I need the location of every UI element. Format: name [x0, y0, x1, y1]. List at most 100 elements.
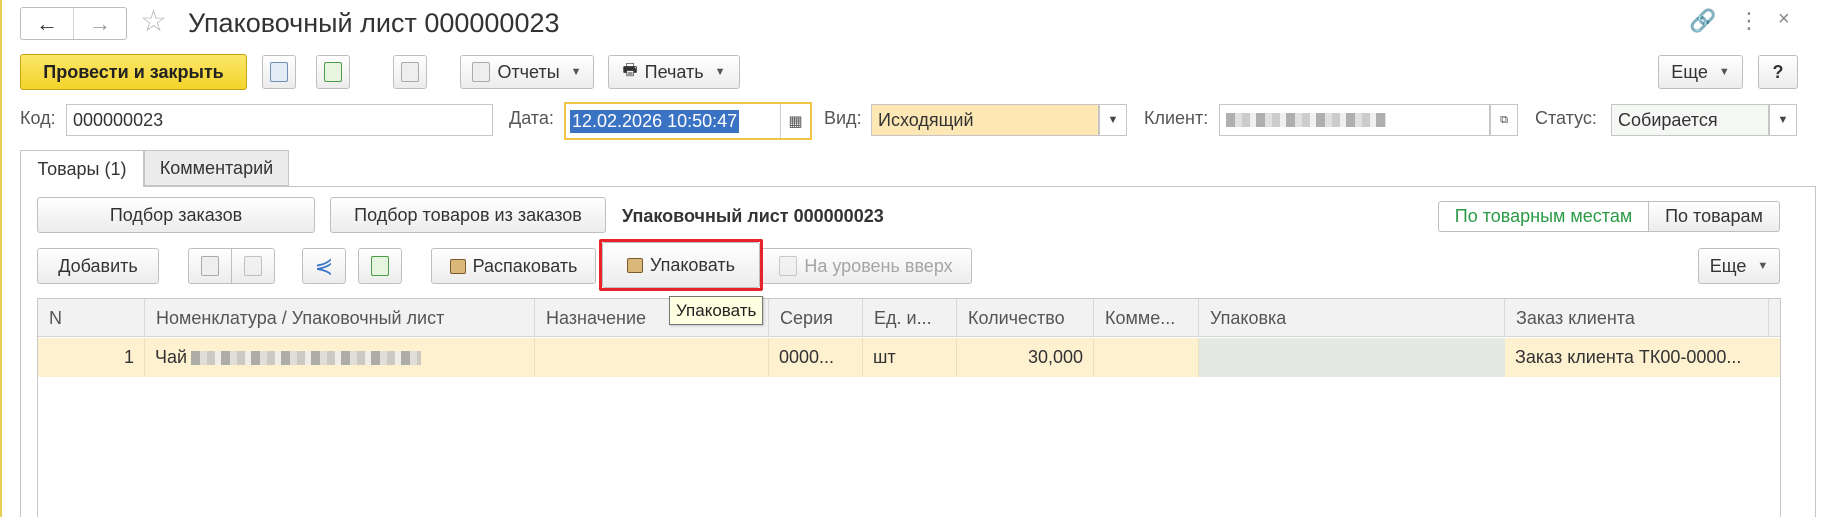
by-places-label: По товарным местам — [1454, 206, 1633, 226]
client-label: Клиент: — [1144, 108, 1209, 128]
cell-order: Заказ клиента ТК00-0000... — [1515, 347, 1742, 367]
pick-orders-label: Подбор заказов — [109, 204, 243, 225]
column-header[interactable]: К — [1769, 299, 1780, 337]
client-field[interactable] — [1219, 104, 1490, 136]
cell-series: 0000... — [769, 338, 863, 377]
cell-item: Чай — [145, 338, 535, 377]
unpack-box-icon — [449, 258, 466, 274]
kind-field[interactable]: Исходящий — [871, 104, 1099, 136]
post-and-close-label: Провести и закрыть — [43, 61, 224, 82]
post-document-icon — [324, 62, 342, 82]
focus-highlight-frame — [599, 239, 763, 291]
code-field[interactable]: 000000023 — [66, 104, 493, 136]
nav-buttons: ← → — [20, 7, 127, 40]
by-places-toggle[interactable]: По товарным местам — [1438, 201, 1649, 232]
pick-orders-button[interactable]: Подбор заказов — [37, 197, 315, 233]
reports-label: Отчеты — [497, 61, 560, 82]
help-button[interactable]: ? — [1758, 55, 1798, 89]
status-label: Статус: — [1535, 108, 1597, 128]
document-journal-button[interactable] — [393, 55, 427, 89]
link-icon[interactable]: 🔗 — [1689, 8, 1716, 34]
level-up-icon — [779, 256, 798, 276]
goods-table[interactable]: N Номенклатура / Упаковочный лист Назнач… — [37, 298, 1781, 517]
reports-icon — [472, 62, 491, 82]
save-button[interactable] — [262, 55, 296, 89]
paste-button[interactable] — [231, 248, 275, 284]
tab-comment[interactable]: Комментарий — [144, 150, 289, 186]
post-and-close-button[interactable]: Провести и закрыть — [20, 54, 247, 90]
status-dropdown-icon[interactable]: ▼ — [1769, 104, 1797, 136]
save-icon — [270, 62, 288, 82]
help-label: ? — [1772, 61, 1784, 82]
cell-unit: шт — [863, 338, 957, 377]
cell-quantity: 30,000 — [957, 338, 1094, 377]
tree-icon: ⋞ — [314, 253, 334, 278]
paste-icon — [244, 256, 262, 276]
item-name: Чай — [155, 347, 188, 367]
list-document-icon — [401, 62, 419, 82]
printer-icon: 🖶 — [622, 61, 638, 79]
pick-goods-label: Подбор товаров из заказов — [354, 204, 582, 225]
more-vertical-icon[interactable]: ⋮ — [1738, 8, 1760, 34]
table-header: N Номенклатура / Упаковочный лист Назнач… — [38, 299, 1780, 337]
column-header[interactable]: Ед. и... — [863, 299, 957, 337]
item-name-blurred — [191, 350, 422, 365]
chevron-down-icon: ▼ — [1757, 260, 1769, 272]
back-arrow-icon[interactable]: ← — [21, 8, 73, 39]
copy-button[interactable] — [188, 248, 232, 284]
panel-more-button[interactable]: Еще ▼ — [1698, 248, 1780, 284]
more-button[interactable]: Еще ▼ — [1658, 55, 1743, 89]
chevron-down-icon: ▼ — [714, 66, 726, 78]
table-row[interactable]: 1 Чай 0000... шт 30,000 Заказ клиента ТК… — [38, 338, 1780, 377]
print-label: Печать — [644, 61, 704, 82]
reports-button[interactable]: Отчеты ▼ — [460, 55, 594, 89]
chevron-down-icon: ▼ — [1718, 66, 1730, 78]
unpack-label: Распаковать — [472, 255, 578, 276]
post-button[interactable] — [316, 55, 350, 89]
unpack-button[interactable]: Распаковать — [431, 248, 596, 284]
panel-more-label: Еще — [1709, 255, 1747, 276]
column-header[interactable]: Серия — [769, 299, 863, 337]
kind-label: Вид: — [824, 108, 862, 128]
column-header[interactable]: Комме... — [1094, 299, 1199, 337]
date-value: 12.02.2026 10:50:47 — [570, 109, 740, 133]
print-button[interactable]: 🖶 Печать ▼ — [608, 55, 740, 89]
column-header[interactable]: Количество — [957, 299, 1094, 337]
forward-arrow-icon[interactable]: → — [73, 8, 126, 39]
open-client-icon[interactable]: ⧉ — [1490, 104, 1518, 136]
cell-n: 1 — [38, 338, 145, 377]
column-header[interactable]: Упаковка — [1199, 299, 1505, 337]
date-field[interactable]: 12.02.2026 10:50:47 ▦ — [564, 102, 812, 140]
column-header[interactable]: Заказ клиента — [1505, 299, 1769, 337]
chevron-down-icon: ▼ — [570, 66, 582, 78]
tab-goods[interactable]: Товары (1) — [20, 150, 144, 187]
add-label: Добавить — [58, 255, 138, 276]
client-value-blurred — [1226, 113, 1386, 127]
column-header[interactable]: N — [38, 299, 145, 337]
table-icon — [371, 256, 389, 276]
pick-goods-button[interactable]: Подбор товаров из заказов — [330, 197, 606, 233]
level-up-label: На уровень вверх — [804, 255, 953, 276]
code-label: Код: — [20, 108, 56, 128]
status-field[interactable]: Собирается — [1611, 104, 1769, 136]
cell-pack — [1199, 338, 1505, 377]
column-header[interactable]: Номенклатура / Упаковочный лист — [145, 299, 535, 337]
more-label: Еще — [1671, 61, 1708, 82]
date-label: Дата: — [509, 108, 554, 128]
kind-dropdown-icon[interactable]: ▼ — [1099, 104, 1127, 136]
by-goods-toggle[interactable]: По товарам — [1648, 201, 1780, 232]
cell-purpose — [535, 338, 769, 377]
table-settings-button[interactable] — [358, 248, 402, 284]
cell-comment — [1094, 338, 1199, 377]
add-button[interactable]: Добавить — [37, 248, 159, 284]
close-icon[interactable]: × — [1778, 8, 1790, 31]
copy-icon — [201, 256, 219, 276]
pack-tooltip: Упаковать — [669, 296, 764, 325]
sheet-title: Упаковочный лист 000000023 — [622, 206, 884, 226]
hierarchy-button[interactable]: ⋞ — [302, 248, 346, 284]
favorite-star-icon[interactable]: ☆ — [140, 4, 167, 39]
calendar-icon[interactable]: ▦ — [780, 104, 810, 138]
level-up-button[interactable]: На уровень вверх — [760, 248, 972, 284]
by-goods-label: По товарам — [1665, 206, 1763, 226]
window-title: Упаковочный лист 000000023 — [188, 8, 560, 38]
